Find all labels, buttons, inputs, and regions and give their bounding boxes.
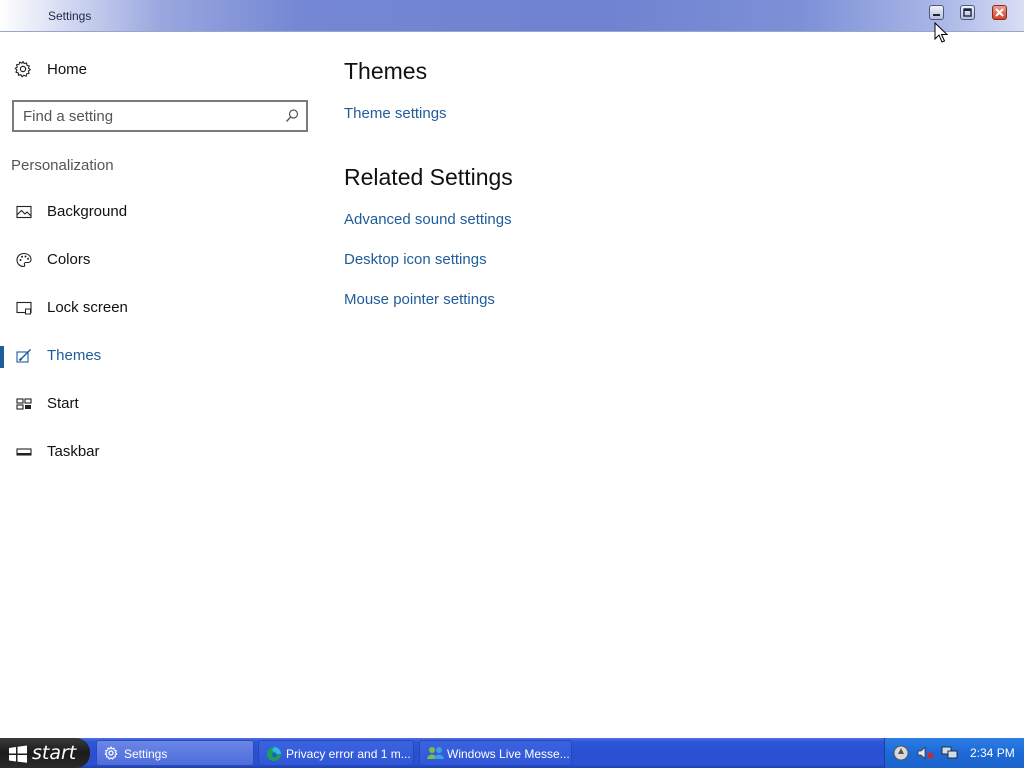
taskbar-icon — [16, 448, 32, 456]
minimize-button[interactable] — [929, 5, 944, 20]
start-button[interactable]: start — [0, 738, 90, 768]
sidebar-item-label: Themes — [47, 347, 102, 364]
active-indicator — [0, 346, 4, 368]
sidebar-item-label: Colors — [47, 251, 91, 268]
sidebar-item-background[interactable]: Background — [0, 192, 320, 232]
mouse-cursor-icon — [934, 22, 948, 43]
close-icon — [995, 8, 1004, 17]
search-input[interactable] — [23, 107, 273, 125]
system-tray: 2:34 PM — [884, 738, 1024, 768]
network-connection-icon[interactable] — [941, 745, 959, 761]
taskbar-item-label: Privacy error and 1 m... — [286, 747, 411, 761]
themes-brush-icon — [16, 349, 31, 363]
messenger-icon — [427, 747, 444, 759]
close-button[interactable] — [992, 5, 1007, 20]
minimize-icon — [933, 14, 940, 16]
maximize-button[interactable] — [960, 5, 975, 20]
edge-browser-icon — [267, 747, 281, 761]
main-content: Themes Theme settings Related Settings A… — [344, 32, 1024, 738]
page-title: Themes — [344, 58, 428, 84]
related-settings-heading: Related Settings — [344, 164, 513, 190]
home-label: Home — [47, 60, 88, 78]
sidebar-item-start[interactable]: Start — [0, 384, 320, 424]
home-nav-item[interactable]: Home — [14, 60, 87, 78]
maximize-icon — [963, 8, 972, 17]
sidebar-item-taskbar[interactable]: Taskbar — [0, 432, 320, 472]
gear-icon — [14, 60, 31, 78]
taskbar: start Settings Privacy error and 1 m... … — [0, 738, 1024, 768]
palette-icon — [16, 252, 32, 268]
taskbar-item-settings[interactable]: Settings — [96, 740, 254, 766]
windows-logo-icon — [9, 745, 27, 763]
sidebar-item-colors[interactable]: Colors — [0, 240, 320, 280]
network-globe-icon[interactable] — [893, 745, 909, 761]
window-title-bar[interactable]: Settings — [0, 0, 1024, 32]
settings-sidebar: Home Personalization Background Colors L… — [0, 32, 320, 738]
start-label: start — [32, 742, 77, 764]
theme-settings-link[interactable]: Theme settings — [344, 105, 447, 122]
start-tiles-icon — [16, 398, 32, 410]
sidebar-item-themes[interactable]: Themes — [0, 336, 320, 376]
sidebar-item-lock-screen[interactable]: Lock screen — [0, 288, 320, 328]
taskbar-item-label: Windows Live Messe... — [447, 747, 570, 761]
sidebar-item-label: Taskbar — [47, 443, 100, 460]
sidebar-item-label: Lock screen — [47, 299, 128, 316]
sidebar-item-label: Start — [47, 395, 79, 412]
section-label: Personalization — [11, 157, 114, 174]
taskbar-item-browser[interactable]: Privacy error and 1 m... — [258, 740, 414, 766]
taskbar-item-messenger[interactable]: Windows Live Messe... — [419, 740, 572, 766]
search-box[interactable] — [12, 100, 308, 132]
taskbar-item-label: Settings — [124, 747, 168, 761]
desktop-icon-settings-link[interactable]: Desktop icon settings — [344, 251, 487, 268]
mouse-pointer-settings-link[interactable]: Mouse pointer settings — [344, 291, 495, 308]
picture-icon — [16, 205, 32, 219]
volume-muted-icon[interactable] — [917, 745, 935, 761]
lock-screen-icon — [16, 301, 32, 315]
advanced-sound-settings-link[interactable]: Advanced sound settings — [344, 211, 512, 228]
clock[interactable]: 2:34 PM — [970, 746, 1015, 760]
gear-icon — [104, 746, 118, 760]
window-title: Settings — [48, 9, 92, 23]
sidebar-item-label: Background — [47, 203, 128, 220]
search-icon[interactable] — [284, 108, 300, 124]
